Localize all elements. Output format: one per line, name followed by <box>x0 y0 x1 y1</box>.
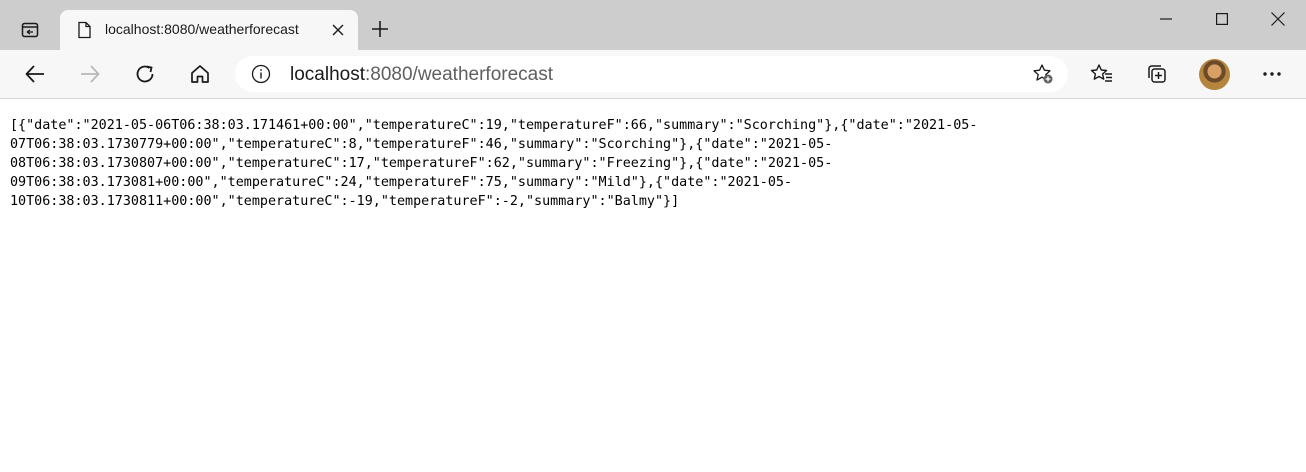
home-icon[interactable] <box>182 56 218 92</box>
minimize-icon[interactable] <box>1137 0 1195 38</box>
refresh-icon[interactable] <box>127 56 163 92</box>
json-line: 07T06:38:03.1730779+00:00","temperatureC… <box>10 137 833 152</box>
tab-active[interactable]: localhost:8080/weatherforecast <box>60 10 358 50</box>
json-line: 09T06:38:03.173081+00:00","temperatureC"… <box>10 175 792 190</box>
ellipsis-icon[interactable] <box>1254 56 1290 92</box>
maximize-icon[interactable] <box>1193 0 1251 38</box>
page-icon <box>75 21 93 39</box>
json-response: [{"date":"2021-05-06T06:38:03.171461+00:… <box>10 116 1300 211</box>
json-line: [{"date":"2021-05-06T06:38:03.171461+00:… <box>10 118 978 133</box>
address-bar[interactable]: localhost:8080/weatherforecast <box>235 56 1068 92</box>
url-path: :8080/weatherforecast <box>365 64 554 85</box>
toolbar: localhost:8080/weatherforecast <box>0 50 1306 99</box>
arrow-left-icon[interactable] <box>17 56 53 92</box>
close-icon[interactable] <box>328 20 348 40</box>
tab-title: localhost:8080/weatherforecast <box>105 21 299 37</box>
tab-actions-icon[interactable] <box>14 14 46 46</box>
star-plus-icon[interactable] <box>1032 63 1054 85</box>
arrow-right-icon[interactable] <box>72 56 108 92</box>
avatar[interactable] <box>1199 59 1230 90</box>
json-line: 08T06:38:03.1730807+00:00","temperatureC… <box>10 156 833 171</box>
url-host: localhost <box>290 64 365 85</box>
favorites-icon[interactable] <box>1084 56 1120 92</box>
info-icon[interactable] <box>251 64 271 84</box>
plus-icon[interactable] <box>366 15 394 43</box>
json-line: 10T06:38:03.1730811+00:00","temperatureC… <box>10 194 680 209</box>
collections-icon[interactable] <box>1139 56 1175 92</box>
url-text[interactable]: localhost:8080/weatherforecast <box>290 64 553 86</box>
tab-strip: localhost:8080/weatherforecast <box>0 0 1306 50</box>
close-icon[interactable] <box>1249 0 1306 38</box>
